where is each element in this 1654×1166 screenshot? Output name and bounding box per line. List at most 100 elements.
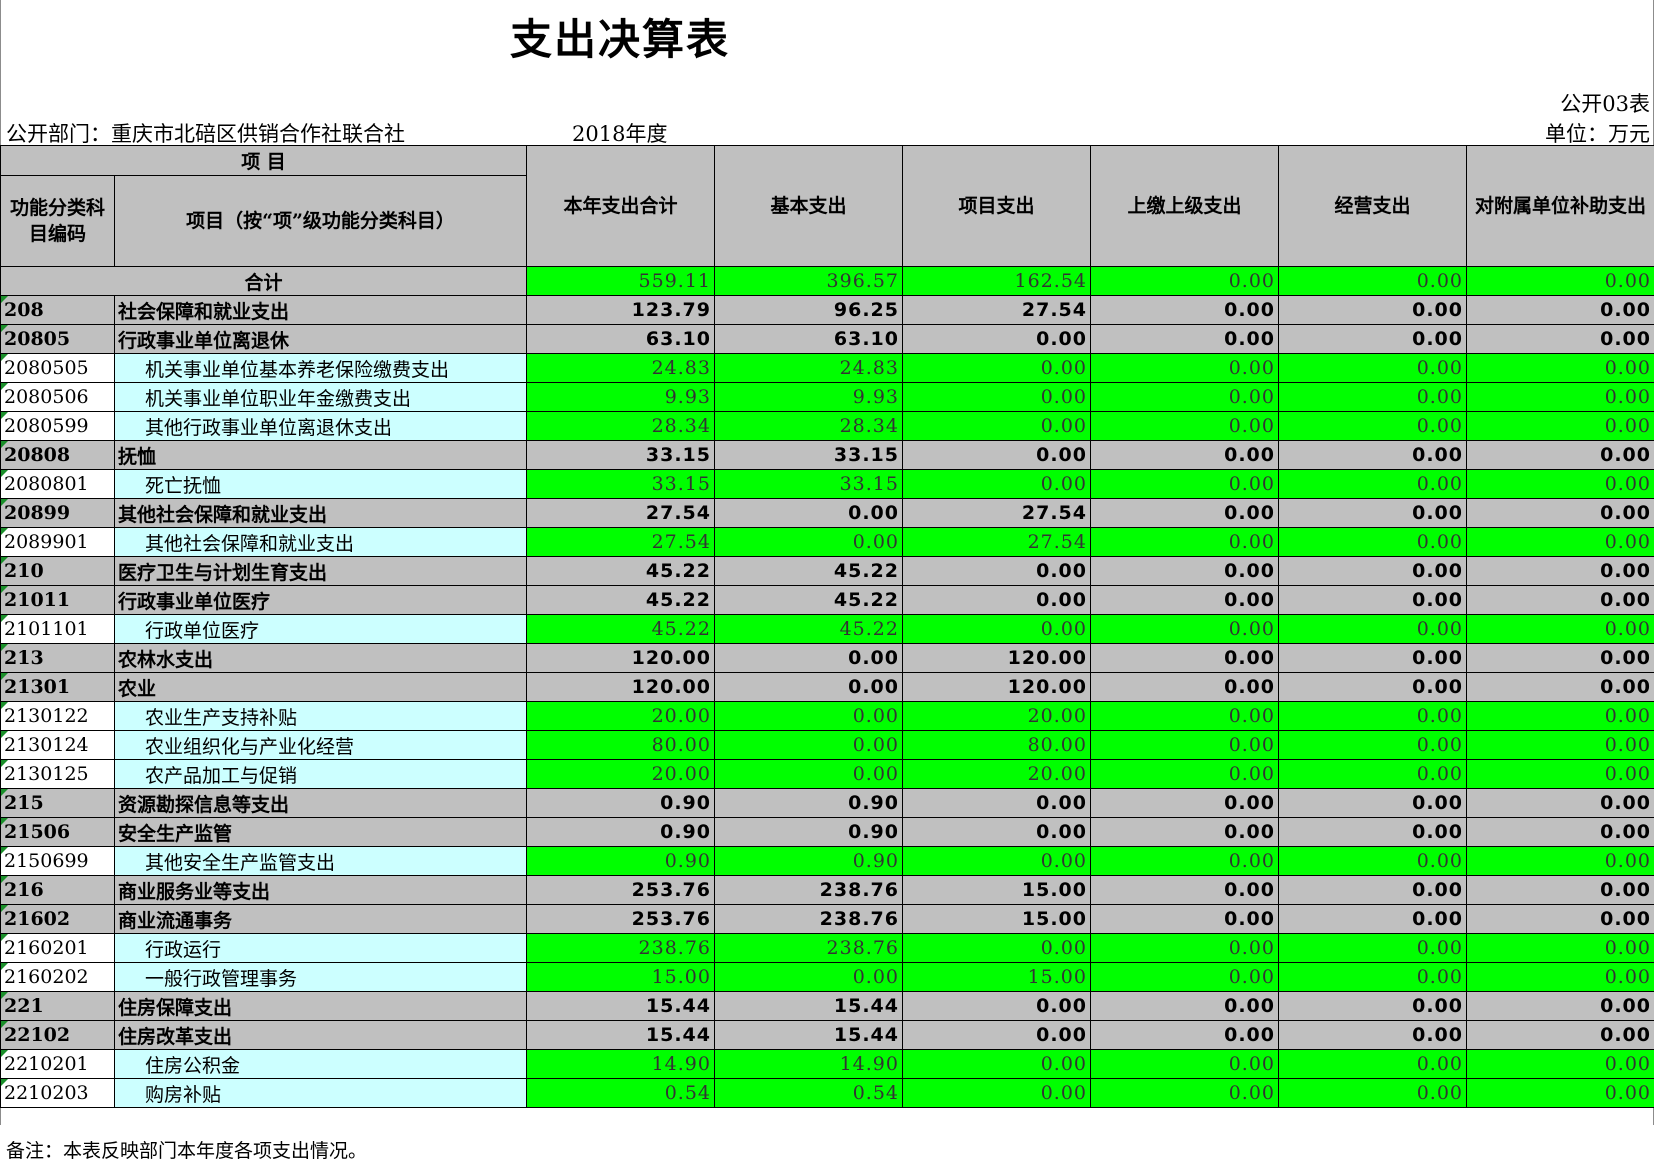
subject-name-cell[interactable]: 安全生产监管	[114, 817, 527, 847]
amount-cell[interactable]: 0.00	[1278, 846, 1467, 876]
amount-cell[interactable]: 0.00	[1090, 614, 1279, 644]
amount-cell[interactable]: 0.00	[1466, 817, 1654, 847]
amount-cell[interactable]: 0.54	[526, 1078, 715, 1108]
amount-cell[interactable]: 0.00	[1090, 1049, 1279, 1079]
amount-cell[interactable]: 0.00	[1278, 1020, 1467, 1050]
amount-cell[interactable]: 0.00	[1466, 614, 1654, 644]
subject-code-cell[interactable]: 2130124	[0, 730, 115, 760]
subject-code-cell[interactable]: 2080505	[0, 353, 115, 383]
subject-name-cell[interactable]: 其他社会保障和就业支出	[114, 498, 527, 528]
amount-cell[interactable]: 0.00	[1090, 701, 1279, 731]
amount-cell[interactable]: 0.00	[1090, 527, 1279, 557]
amount-cell[interactable]: 0.90	[714, 817, 903, 847]
amount-cell[interactable]: 0.90	[526, 788, 715, 818]
subject-name-cell[interactable]: 农产品加工与促销	[114, 759, 527, 789]
amount-cell[interactable]: 0.00	[1466, 440, 1654, 470]
subject-name-cell[interactable]: 其他社会保障和就业支出	[114, 527, 527, 557]
amount-cell[interactable]: 0.00	[1278, 440, 1467, 470]
amount-cell[interactable]: 0.00	[1090, 730, 1279, 760]
subject-code-cell[interactable]: 221	[0, 991, 115, 1021]
amount-cell[interactable]: 14.90	[526, 1049, 715, 1079]
amount-cell[interactable]: 0.00	[1090, 991, 1279, 1021]
amount-cell[interactable]: 27.54	[526, 498, 715, 528]
amount-cell[interactable]: 0.00	[1466, 875, 1654, 905]
subject-code-cell[interactable]: 20805	[0, 324, 115, 354]
amount-cell[interactable]: 0.54	[714, 1078, 903, 1108]
subject-name-cell[interactable]: 住房公积金	[114, 1049, 527, 1079]
amount-cell[interactable]: 0.00	[902, 382, 1091, 412]
subject-code-cell[interactable]: 2160201	[0, 933, 115, 963]
amount-cell[interactable]: 0.00	[1466, 498, 1654, 528]
amount-cell[interactable]: 0.00	[1090, 672, 1279, 702]
col-header-subsidy[interactable]: 对附属单位补助支出	[1466, 145, 1654, 267]
amount-cell[interactable]: 0.00	[1466, 962, 1654, 992]
amount-cell[interactable]: 0.00	[714, 527, 903, 557]
subject-name-cell[interactable]: 死亡抚恤	[114, 469, 527, 499]
amount-cell[interactable]: 0.00	[1278, 817, 1467, 847]
amount-cell[interactable]: 0.00	[1278, 672, 1467, 702]
amount-cell[interactable]: 0.00	[1090, 817, 1279, 847]
amount-cell[interactable]: 24.83	[714, 353, 903, 383]
subject-code-cell[interactable]: 2160202	[0, 962, 115, 992]
amount-cell[interactable]: 238.76	[714, 904, 903, 934]
amount-cell[interactable]: 0.00	[902, 1049, 1091, 1079]
amount-cell[interactable]: 0.00	[1278, 411, 1467, 441]
amount-cell[interactable]: 0.00	[902, 991, 1091, 1021]
code-header[interactable]: 功能分类科目编码	[0, 175, 115, 267]
amount-cell[interactable]: 0.00	[1466, 585, 1654, 615]
amount-cell[interactable]: 0.00	[1278, 1049, 1467, 1079]
name-header[interactable]: 项目（按“项”级功能分类科目）	[114, 175, 527, 267]
subject-name-cell[interactable]: 一般行政管理事务	[114, 962, 527, 992]
amount-cell[interactable]: 45.22	[714, 614, 903, 644]
amount-cell[interactable]: 0.00	[902, 440, 1091, 470]
subject-name-cell[interactable]: 农业	[114, 672, 527, 702]
amount-cell[interactable]: 0.00	[1090, 498, 1279, 528]
amount-cell[interactable]: 0.00	[1278, 643, 1467, 673]
total-cell[interactable]: 0.00	[1090, 266, 1279, 296]
amount-cell[interactable]: 9.93	[714, 382, 903, 412]
subject-code-cell[interactable]: 2089901	[0, 527, 115, 557]
amount-cell[interactable]: 0.00	[1090, 643, 1279, 673]
amount-cell[interactable]: 20.00	[526, 701, 715, 731]
amount-cell[interactable]: 120.00	[902, 643, 1091, 673]
amount-cell[interactable]: 120.00	[526, 672, 715, 702]
amount-cell[interactable]: 0.00	[1466, 1020, 1654, 1050]
amount-cell[interactable]: 0.00	[1090, 469, 1279, 499]
amount-cell[interactable]: 15.44	[714, 991, 903, 1021]
amount-cell[interactable]: 15.44	[526, 1020, 715, 1050]
subject-code-cell[interactable]: 2130125	[0, 759, 115, 789]
amount-cell[interactable]: 15.00	[902, 904, 1091, 934]
amount-cell[interactable]: 0.00	[1466, 1078, 1654, 1108]
amount-cell[interactable]: 0.00	[1278, 469, 1467, 499]
amount-cell[interactable]: 0.00	[1278, 1078, 1467, 1108]
col-header-basic[interactable]: 基本支出	[714, 145, 903, 267]
amount-cell[interactable]: 0.00	[1090, 1078, 1279, 1108]
amount-cell[interactable]: 0.90	[714, 788, 903, 818]
subject-code-cell[interactable]: 216	[0, 875, 115, 905]
amount-cell[interactable]: 0.00	[902, 324, 1091, 354]
subject-code-cell[interactable]: 20808	[0, 440, 115, 470]
subject-code-cell[interactable]: 20899	[0, 498, 115, 528]
col-header-upper[interactable]: 上缴上级支出	[1090, 145, 1279, 267]
amount-cell[interactable]: 63.10	[714, 324, 903, 354]
subject-name-cell[interactable]: 住房保障支出	[114, 991, 527, 1021]
amount-cell[interactable]: 253.76	[526, 904, 715, 934]
amount-cell[interactable]: 0.00	[1278, 353, 1467, 383]
amount-cell[interactable]: 0.00	[902, 1020, 1091, 1050]
amount-cell[interactable]: 0.00	[1466, 759, 1654, 789]
amount-cell[interactable]: 0.00	[1278, 295, 1467, 325]
project-header[interactable]: 项 目	[0, 145, 527, 176]
amount-cell[interactable]: 45.22	[714, 585, 903, 615]
amount-cell[interactable]: 24.83	[526, 353, 715, 383]
amount-cell[interactable]: 33.15	[714, 440, 903, 470]
amount-cell[interactable]: 0.00	[1090, 324, 1279, 354]
amount-cell[interactable]: 0.00	[902, 353, 1091, 383]
amount-cell[interactable]: 253.76	[526, 875, 715, 905]
amount-cell[interactable]: 0.00	[1090, 933, 1279, 963]
amount-cell[interactable]: 0.00	[1466, 701, 1654, 731]
amount-cell[interactable]: 0.00	[1090, 382, 1279, 412]
amount-cell[interactable]: 0.00	[1090, 788, 1279, 818]
amount-cell[interactable]: 0.00	[1090, 846, 1279, 876]
subject-name-cell[interactable]: 其他安全生产监管支出	[114, 846, 527, 876]
amount-cell[interactable]: 0.00	[1278, 585, 1467, 615]
